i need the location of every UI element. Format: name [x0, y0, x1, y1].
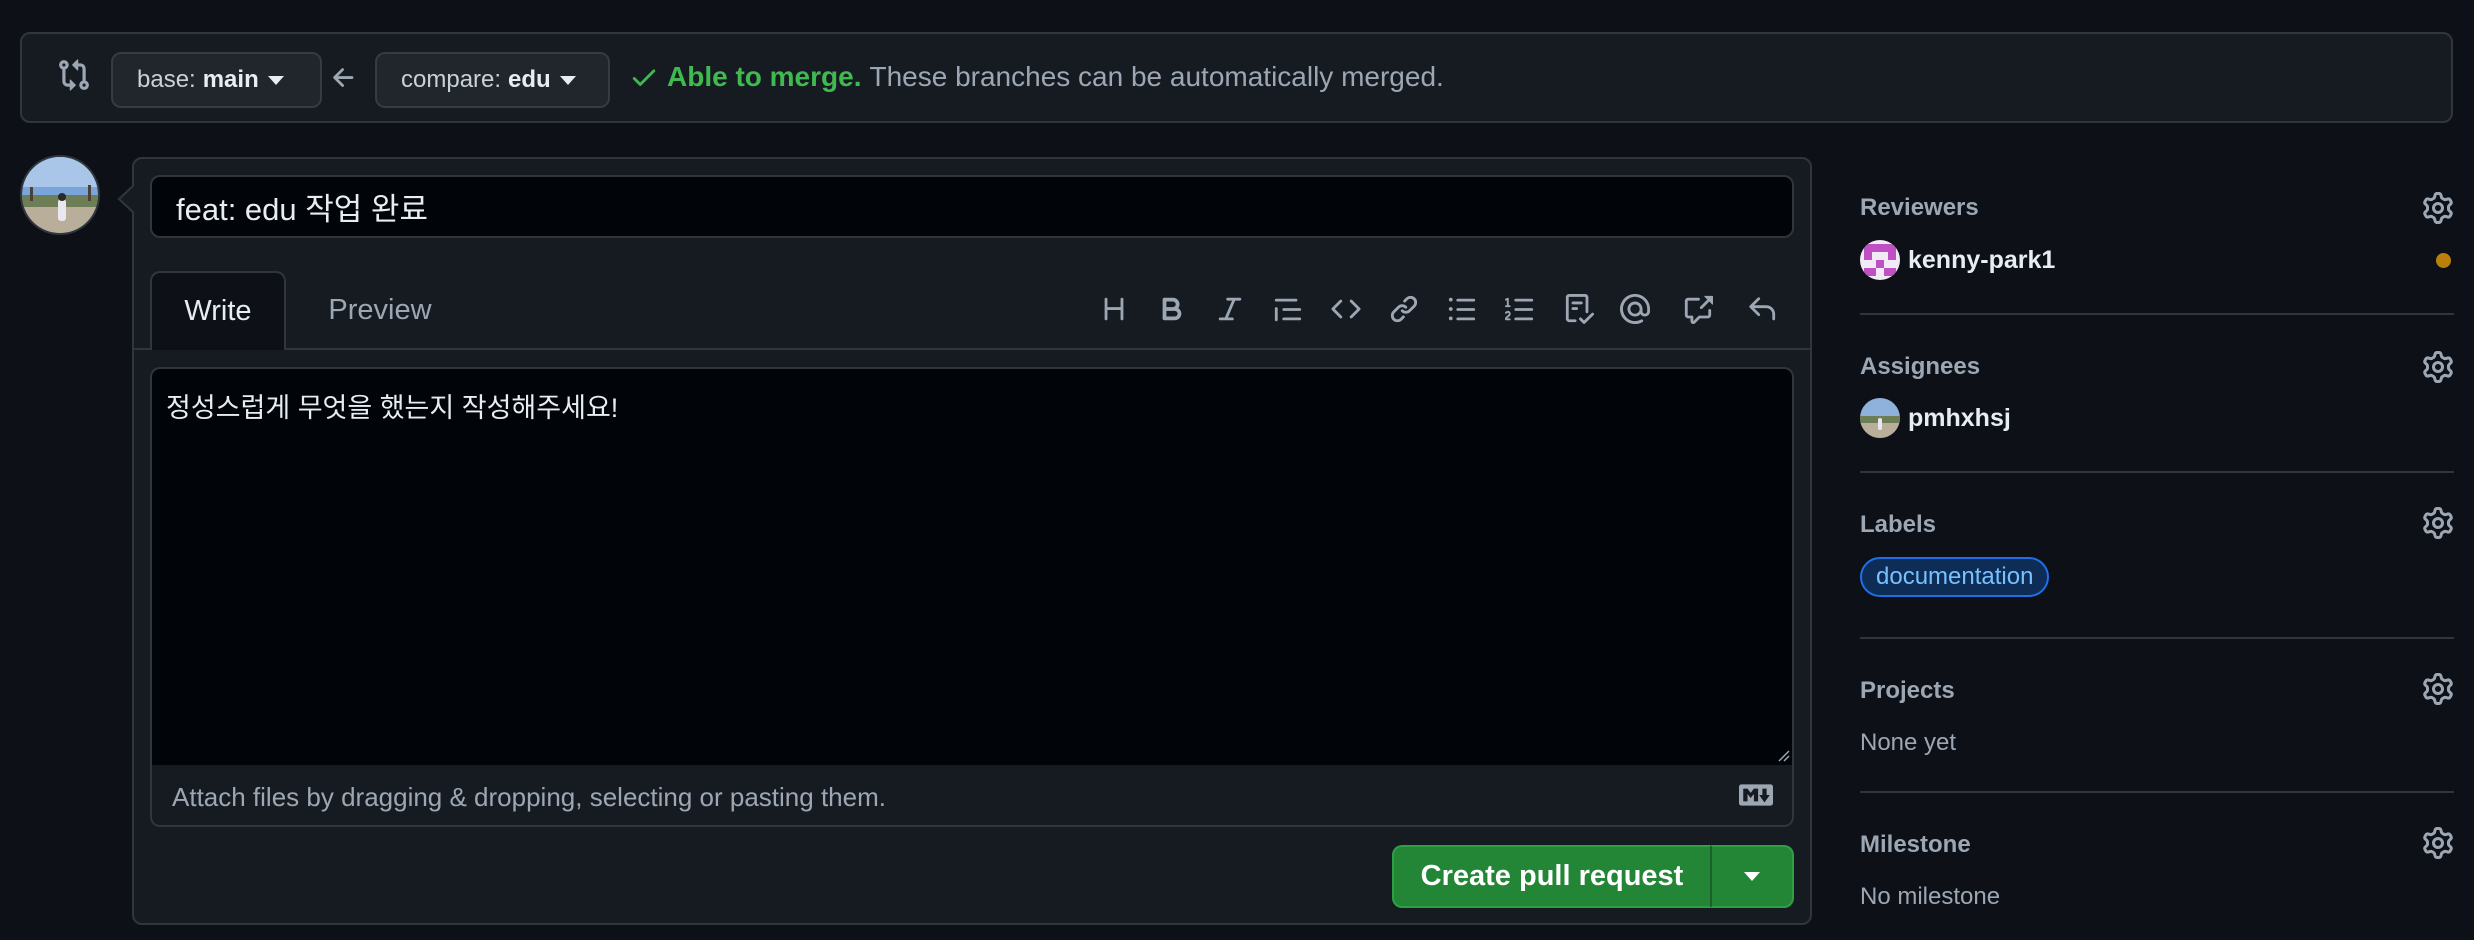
base-branch-name: main	[202, 66, 259, 93]
git-compare-icon	[57, 58, 91, 92]
milestone-value: No milestone	[1860, 883, 2001, 910]
author-avatar[interactable]	[20, 155, 100, 235]
ordered-list-icon[interactable]	[1502, 291, 1538, 327]
projects-heading: Projects	[1860, 677, 1955, 704]
reviewer-item[interactable]: kenny-park1	[1860, 240, 2055, 280]
caret-down-icon	[1744, 872, 1760, 881]
mention-icon[interactable]	[1617, 291, 1653, 327]
unordered-list-icon[interactable]	[1444, 291, 1480, 327]
merge-status: Able to merge. These branches can be aut…	[629, 61, 1444, 93]
italic-icon[interactable]	[1212, 291, 1248, 327]
comment-pointer	[117, 184, 135, 214]
assignee-name: pmhxhsj	[1908, 403, 2011, 432]
gear-icon[interactable]	[2422, 507, 2454, 539]
gear-icon[interactable]	[2422, 673, 2454, 705]
compare-branch-prefix: compare:	[401, 66, 502, 93]
assignee-avatar	[1860, 398, 1900, 438]
tab-preview[interactable]: Preview	[300, 271, 460, 350]
assignee-item[interactable]: pmhxhsj	[1860, 398, 2011, 438]
caret-down-icon	[559, 75, 576, 85]
reviewer-name: kenny-park1	[1908, 245, 2056, 274]
check-icon	[629, 62, 659, 92]
heading-icon[interactable]	[1096, 291, 1132, 327]
gear-icon[interactable]	[2422, 192, 2454, 224]
arrow-left-icon	[329, 63, 359, 93]
create-options-dropdown[interactable]	[1710, 845, 1794, 908]
quote-icon[interactable]	[1270, 291, 1306, 327]
link-icon[interactable]	[1386, 291, 1422, 327]
cross-reference-icon[interactable]	[1680, 291, 1716, 327]
attach-files-hint: Attach files by dragging & dropping, sel…	[172, 782, 886, 812]
merge-ok-text: Able to merge.	[667, 61, 862, 92]
title-input[interactable]	[150, 175, 1794, 238]
sidebar-divider	[1860, 471, 2454, 473]
compare-bar: base: main compare: edu Able to merge. T…	[20, 32, 2453, 123]
reviewers-heading: Reviewers	[1860, 194, 1979, 221]
code-icon[interactable]	[1328, 291, 1364, 327]
labels-heading: Labels	[1860, 511, 1937, 538]
compare-branch-name: edu	[508, 66, 551, 93]
caret-down-icon	[267, 75, 284, 85]
base-branch-select[interactable]: base: main	[111, 52, 322, 108]
label-documentation[interactable]: documentation	[1860, 557, 2050, 597]
sidebar-divider	[1860, 313, 2454, 315]
milestone-heading: Milestone	[1860, 831, 1971, 858]
projects-value: None yet	[1860, 729, 1957, 756]
merge-description: These branches can be automatically merg…	[869, 61, 1444, 92]
pending-review-dot	[2436, 253, 2451, 268]
sidebar-divider	[1860, 791, 2454, 793]
compare-branch-select[interactable]: compare: edu	[375, 52, 610, 108]
body-text: 정성스럽게 무엇을 했는지 작성해주세요!	[166, 393, 619, 423]
assignees-heading: Assignees	[1860, 353, 1981, 380]
task-list-icon[interactable]	[1561, 291, 1597, 327]
tab-write[interactable]: Write	[150, 271, 286, 350]
create-pull-request-button[interactable]: Create pull request	[1392, 845, 1712, 908]
bold-icon[interactable]	[1154, 291, 1190, 327]
markdown-icon[interactable]	[1739, 784, 1773, 806]
sidebar-divider	[1860, 637, 2454, 639]
gear-icon[interactable]	[2422, 351, 2454, 383]
base-branch-prefix: base:	[137, 66, 196, 93]
gear-icon[interactable]	[2422, 827, 2454, 859]
body-textarea[interactable]	[150, 367, 1794, 767]
reviewer-avatar	[1860, 240, 1900, 280]
undo-icon[interactable]	[1744, 291, 1780, 327]
resize-handle-icon[interactable]	[1776, 748, 1790, 762]
